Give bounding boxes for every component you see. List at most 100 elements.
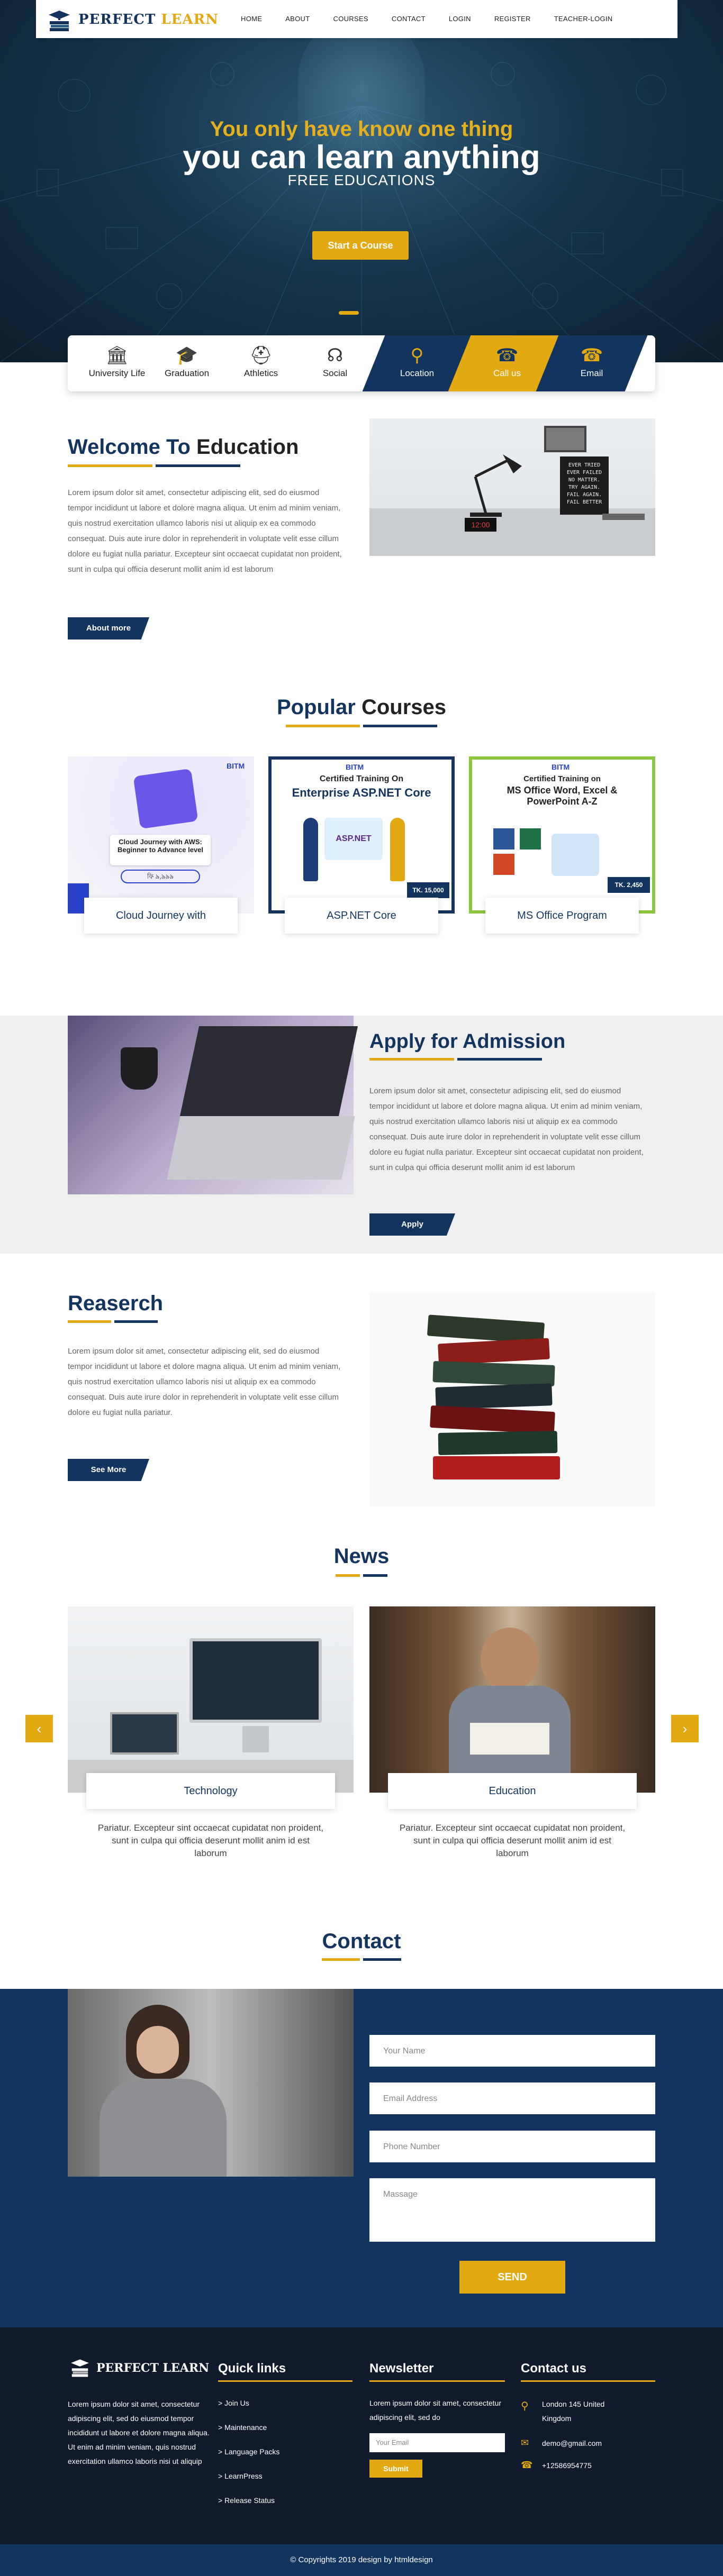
nav-about[interactable]: ABOUT xyxy=(274,15,321,23)
start-course-button[interactable]: Start a Course xyxy=(312,231,409,260)
phone-icon: ☎ xyxy=(495,345,519,366)
contact-heading: Contact xyxy=(322,1930,401,1953)
copyright-bar: © Copyrights 2019 design by htmldesign xyxy=(0,2544,723,2576)
feature-social[interactable]: ☊ Social xyxy=(301,335,369,391)
research-heading: Reaserch xyxy=(68,1292,164,1315)
footer-link-language-packs[interactable]: > Language Packs xyxy=(218,2440,279,2464)
newsletter-submit-button[interactable]: Submit xyxy=(369,2460,422,2478)
footer-divider xyxy=(521,2380,655,2382)
course-label[interactable]: Cloud Journey with xyxy=(84,898,238,934)
footer-link-join-us[interactable]: > Join Us xyxy=(218,2391,279,2415)
nav-teacher-login[interactable]: TEACHER-LOGIN xyxy=(543,15,625,23)
feature-university-life[interactable]: 🏛 University Life xyxy=(83,335,151,391)
popular-courses-heading: Popular Courses xyxy=(276,696,447,719)
hero-tagline: You only have know one thing xyxy=(210,117,513,141)
nav-register[interactable]: REGISTER xyxy=(483,15,543,23)
desk-lamp xyxy=(470,454,522,517)
quick-links-list: > Join Us > Maintenance > Language Packs… xyxy=(218,2391,279,2513)
welcome-heading: Welcome To Education xyxy=(68,435,299,459)
feature-graduation[interactable]: 🎓 Graduation xyxy=(152,335,221,391)
building-icon: 🏛 xyxy=(105,345,129,366)
footer-phone[interactable]: +12586954775 xyxy=(542,2459,592,2473)
news-label-education[interactable]: Education xyxy=(388,1773,637,1809)
send-button[interactable]: SEND xyxy=(459,2261,565,2294)
course-label[interactable]: ASP.NET Core xyxy=(285,898,438,934)
hero-subtitle: FREE EDUCATIONS xyxy=(287,172,436,188)
apply-button[interactable]: Apply xyxy=(369,1213,455,1236)
hero-title: you can learn anything xyxy=(183,139,540,176)
feature-email[interactable]: ☎ Email xyxy=(555,335,629,391)
footer-brand[interactable]: PERFECT LEARN xyxy=(96,2361,209,2375)
footer-divider xyxy=(369,2380,505,2382)
chevron-right-icon[interactable]: › xyxy=(671,1715,699,1742)
laptop-photo xyxy=(68,1016,358,1194)
news-excerpt: Pariatur. Excepteur sint occaecat cupida… xyxy=(399,1823,626,1858)
contact-us-heading: Contact us xyxy=(521,2361,587,2376)
site-header: PERFECT LEARN HOME ABOUT COURSES CONTACT… xyxy=(36,0,677,38)
see-more-button[interactable]: See More xyxy=(68,1459,149,1481)
slider-indicator[interactable] xyxy=(339,311,359,315)
footer-link-release-status[interactable]: > Release Status xyxy=(218,2488,279,2513)
news-image-technology[interactable] xyxy=(68,1606,354,1793)
social-icon: ☊ xyxy=(327,345,344,366)
heading-underline xyxy=(369,1058,542,1061)
desk-photo: EVER TRIED EVER FAILED NO MATTER. TRY AGAIN… xyxy=(369,418,655,556)
nav-home[interactable]: HOME xyxy=(229,15,274,23)
message-textarea[interactable]: Massage xyxy=(369,2178,655,2242)
news-excerpt: Pariatur. Excepteur sint occaecat cupida… xyxy=(97,1823,324,1858)
course-label[interactable]: MS Office Program xyxy=(485,898,639,934)
heading-underline xyxy=(68,1320,158,1323)
map-pin-icon: ⚲ xyxy=(410,345,424,366)
nav-contact[interactable]: CONTACT xyxy=(380,15,437,23)
phone-icon: ☎ xyxy=(521,2460,533,2470)
feature-bar: 🏛 University Life 🎓 Graduation ⛑ Athleti… xyxy=(68,335,655,391)
footer-about-text: Lorem ipsum dolor sit amet, consectetur … xyxy=(68,2400,210,2465)
heading-underline xyxy=(336,1574,387,1577)
course-card-image[interactable]: BITM Certified Training On Enterprise AS… xyxy=(268,756,455,914)
bench-icon: ⛑ xyxy=(249,345,273,366)
heading-underline xyxy=(68,464,240,467)
graduation-cap-icon: 🎓 xyxy=(175,345,198,366)
feature-location[interactable]: ⚲ Location xyxy=(380,335,454,391)
desk-clock: 12:00 xyxy=(465,518,496,532)
footer-address: London 145 United Kingdom xyxy=(542,2400,605,2423)
feature-athletics[interactable]: ⛑ Athletics xyxy=(227,335,295,391)
about-more-button[interactable]: About more xyxy=(68,617,149,640)
research-text: Lorem ipsum dolor sit amet, consectetur … xyxy=(68,1347,341,1417)
news-label-technology[interactable]: Technology xyxy=(86,1773,335,1809)
book-stack-logo-icon[interactable] xyxy=(68,2355,92,2378)
phone-icon: ☎ xyxy=(580,345,603,366)
newsletter-heading: Newsletter xyxy=(369,2361,434,2376)
footer-link-learnpress[interactable]: > LearnPress xyxy=(218,2464,279,2488)
heading-underline xyxy=(286,725,437,727)
welcome-text: Lorem ipsum dolor sit amet, consectetur … xyxy=(68,488,342,574)
news-image-education[interactable] xyxy=(369,1606,655,1793)
newsletter-email-input[interactable]: Your Email xyxy=(369,2433,505,2452)
brand-name[interactable]: PERFECT LEARN xyxy=(78,12,219,28)
motivation-sign: EVER TRIED EVER FAILED NO MATTER. TRY AGAIN… xyxy=(560,456,609,515)
phone-input[interactable]: Phone Number xyxy=(369,2131,655,2162)
course-card-image[interactable]: BITM Certified Training on MS Office Wor… xyxy=(469,756,655,914)
chevron-left-icon[interactable]: ‹ xyxy=(25,1715,53,1742)
footer-email[interactable]: demo@gmail.com xyxy=(542,2436,602,2451)
feature-call-us[interactable]: ☎ Call us xyxy=(470,335,544,391)
name-input[interactable]: Your Name xyxy=(369,2035,655,2067)
newsletter-text: Lorem ipsum dolor sit amet, consectetur … xyxy=(369,2399,501,2422)
course-card-image[interactable]: BITM Cloud Journey with AWS: Beginner to… xyxy=(68,756,254,914)
quick-links-heading: Quick links xyxy=(218,2361,286,2376)
admission-text: Lorem ipsum dolor sit amet, consectetur … xyxy=(369,1086,644,1172)
main-nav: HOME ABOUT COURSES CONTACT LOGIN REGISTE… xyxy=(229,15,625,23)
student-photo xyxy=(68,1989,354,2177)
news-heading: News xyxy=(333,1545,390,1568)
books-photo xyxy=(369,1292,655,1506)
nav-courses[interactable]: COURSES xyxy=(322,15,380,23)
envelope-icon: ✉ xyxy=(521,2437,529,2448)
hero-banner: You only have know one thing you can lea… xyxy=(0,0,723,362)
nav-login[interactable]: LOGIN xyxy=(437,15,483,23)
email-input[interactable]: Email Address xyxy=(369,2082,655,2114)
footer-divider xyxy=(218,2380,353,2382)
map-pin-icon: ⚲ xyxy=(521,2400,529,2412)
book-stack-logo-icon[interactable] xyxy=(46,5,73,33)
heading-underline xyxy=(322,1958,401,1961)
footer-link-maintenance[interactable]: > Maintenance xyxy=(218,2415,279,2440)
